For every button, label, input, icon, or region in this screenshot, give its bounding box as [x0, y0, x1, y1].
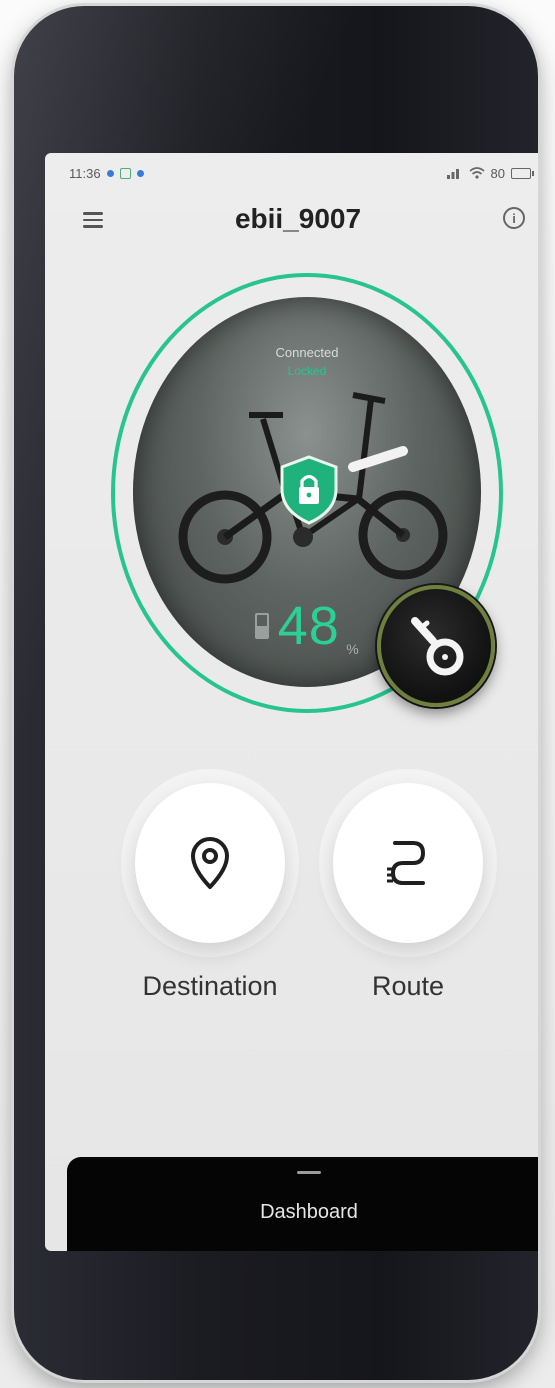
key-icon	[411, 617, 464, 676]
route-icon	[387, 841, 426, 885]
status-time: 11:36	[69, 165, 101, 181]
drawer-handle[interactable]	[297, 1171, 321, 1174]
status-right: 80	[446, 165, 534, 181]
battery-unit: %	[346, 641, 359, 657]
page-title: ebii_9007	[234, 203, 362, 234]
notification-dot-icon	[106, 169, 114, 177]
wifi-icon	[469, 167, 485, 179]
app-screen: 11:36 80 ebii_9007 i Connected Locked 48…	[45, 153, 538, 1251]
digital-key-button[interactable]	[377, 585, 495, 707]
route-button[interactable]	[333, 783, 483, 943]
location-pin-icon	[191, 837, 229, 889]
app-header: ebii_9007 i	[45, 197, 538, 247]
route-label: Route	[371, 971, 445, 1001]
photo-background: 11:36 80 ebii_9007 i Connected Locked 48…	[0, 0, 555, 1388]
battery-level-icon	[255, 613, 270, 639]
destination-button[interactable]	[135, 783, 285, 943]
connection-status: Connected	[275, 345, 339, 360]
battery-value: 48	[277, 596, 340, 656]
info-icon[interactable]: i	[503, 207, 525, 229]
battery-icon	[511, 167, 534, 179]
lock-status: Locked	[287, 364, 327, 378]
dashboard-label: Dashboard	[260, 1201, 358, 1223]
status-left: 11:36	[69, 166, 144, 181]
notification-dot-icon-2	[136, 169, 144, 177]
battery-percent-text: 80	[490, 165, 505, 181]
dashboard-drawer[interactable]: Dashboard	[67, 1157, 538, 1251]
notification-square-icon	[119, 167, 131, 179]
phone-frame: 11:36 80 ebii_9007 i Connected Locked 48…	[14, 6, 538, 1380]
signal-icon	[446, 169, 459, 179]
status-bar: 11:36 80	[45, 153, 538, 193]
destination-label: Destination	[142, 971, 278, 1001]
lock-shield-icon	[280, 455, 338, 525]
